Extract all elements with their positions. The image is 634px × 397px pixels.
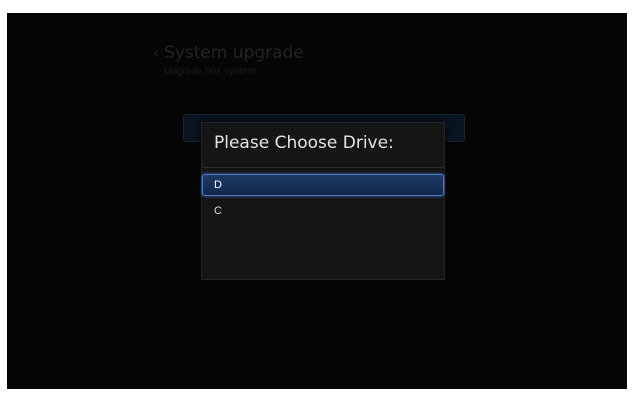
- dialog-title: Please Choose Drive:: [214, 133, 394, 153]
- drive-option-d[interactable]: D: [202, 174, 444, 196]
- page-title: System upgrade: [164, 43, 304, 63]
- drive-option-c[interactable]: C: [202, 200, 444, 222]
- tv-screen: ‹ System upgrade Upgrade box system Plea…: [7, 13, 627, 389]
- choose-drive-dialog: Please Choose Drive: D C: [201, 122, 445, 280]
- drive-option-label: C: [214, 205, 222, 217]
- drive-option-label: D: [214, 179, 222, 191]
- page-subtitle: Upgrade box system: [164, 66, 256, 77]
- chevron-left-icon[interactable]: ‹: [154, 45, 158, 60]
- dialog-divider: [202, 167, 444, 168]
